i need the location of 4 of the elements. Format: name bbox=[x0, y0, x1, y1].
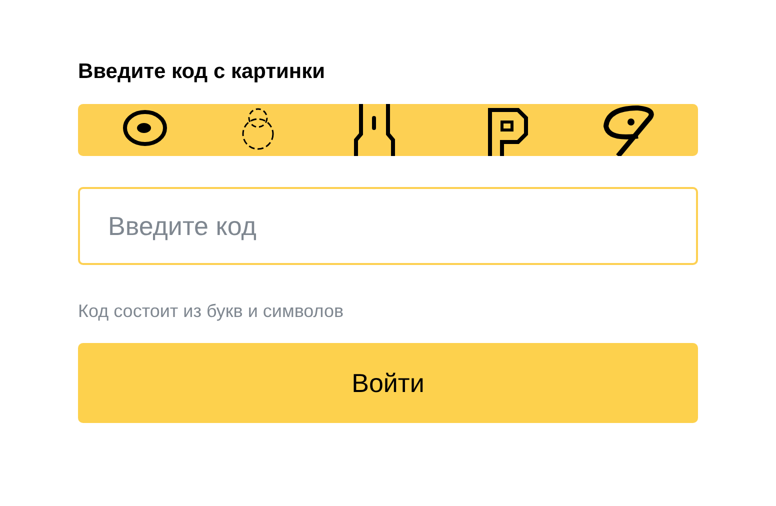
login-button[interactable]: Войти bbox=[78, 343, 698, 423]
hint-text: Код состоит из букв и символов bbox=[78, 300, 344, 323]
form-title: Введите код с картинки bbox=[78, 59, 326, 85]
code-field[interactable]: Введите код bbox=[78, 187, 698, 265]
